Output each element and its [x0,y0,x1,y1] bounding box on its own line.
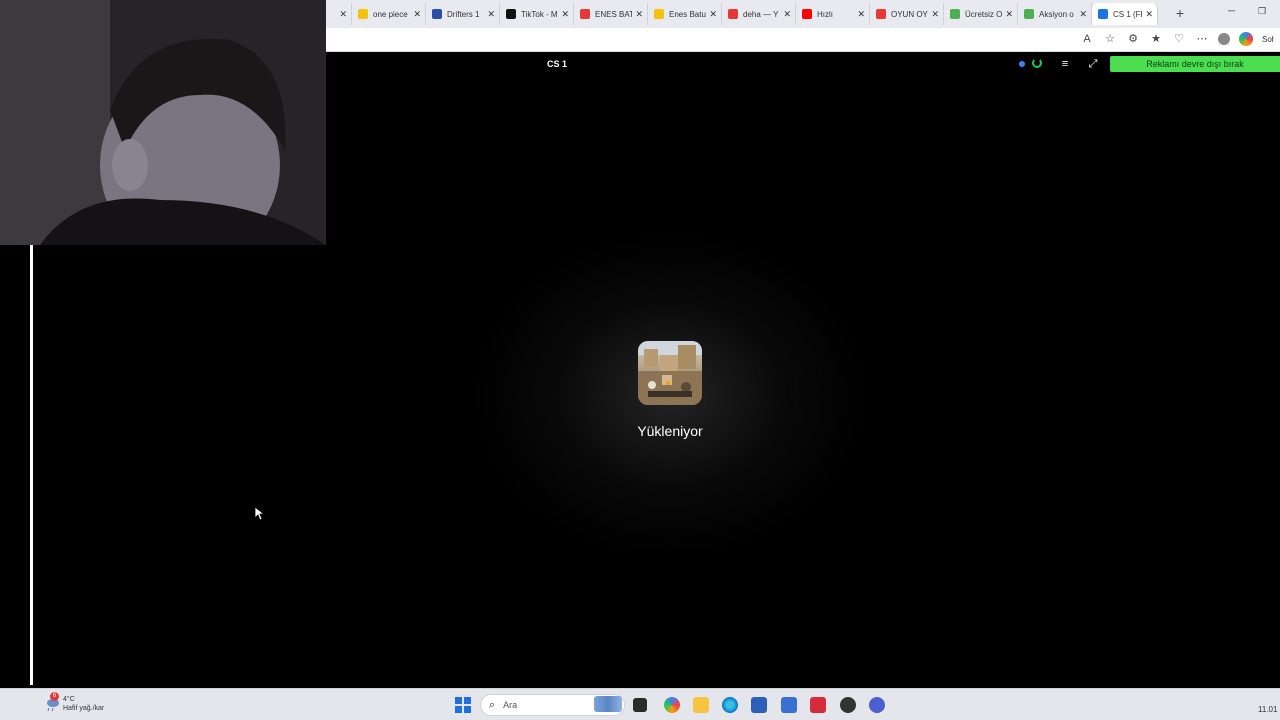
new-tab-button[interactable]: + [1172,5,1188,21]
tab-close-icon[interactable]: ✕ [1005,9,1013,20]
store-icon[interactable] [751,697,767,713]
tab-close-icon[interactable]: ✕ [561,9,569,20]
profile-avatar[interactable] [1218,33,1230,45]
tab-title: TikTok - M [521,9,558,19]
tab-close-icon[interactable]: ✕ [487,9,495,20]
tab[interactable]: Enes Batu ✕ [648,3,722,25]
copilot-icon[interactable] [1239,32,1253,46]
tab[interactable]: Drifters 1 ✕ [426,3,500,25]
more-menu-icon[interactable]: ⋯ [1195,32,1209,46]
mouse-cursor-icon [254,506,266,526]
tab[interactable]: one piece ✕ [352,3,426,25]
tab-favicon-icon [506,9,516,19]
tab[interactable]: ENES BAT ✕ [574,3,648,25]
tab[interactable]: Ücretsiz O ✕ [944,3,1018,25]
tab[interactable]: deha — Y ✕ [722,3,796,25]
search-placeholder: Ara [503,700,518,710]
tab-title: Drifters 1 [447,9,480,19]
tab-favicon-icon [358,9,368,19]
tab[interactable]: ✕ [322,3,352,25]
tab-favicon-icon [1098,9,1108,19]
disable-ads-button[interactable]: Reklamı devre dışı bırak [1110,56,1280,72]
tab-close-icon[interactable]: ✕ [783,9,791,20]
game-thumbnail [638,341,702,405]
tab-close-icon[interactable]: ✕ [709,9,717,20]
tab-close-icon[interactable]: ✕ [339,9,347,20]
status-dot-icon [1019,61,1025,67]
favorite-star-icon[interactable]: ☆ [1103,32,1117,46]
tab-close-icon[interactable]: ✕ [1079,9,1087,20]
taskbar: 4°C Hafif yağ./kar ⌕ Ara 11.01 [0,688,1280,720]
copilot-label[interactable]: Soh [1262,35,1274,44]
tab-favicon-icon [876,9,886,19]
tab-close-icon[interactable]: ✕ [857,9,865,20]
left-border-line [30,245,33,685]
copilot-taskbar-icon[interactable] [664,697,680,713]
loading-text: Yükleniyor [637,423,703,439]
temperature-label: 4°C [63,696,75,703]
fullscreen-icon[interactable]: ⤢ [1087,58,1099,70]
tab-title: ENES BAT [595,9,633,19]
search-highlight-image[interactable] [594,696,622,712]
screen: ✕ one piece ✕ Drifters 1 ✕ TikTok - M ✕ ENES BA… [0,0,1280,720]
weather-description: Hafif yağ./kar [63,705,105,712]
tab-list: ✕ one piece ✕ Drifters 1 ✕ TikTok - M ✕ ENES BA… [322,3,1158,25]
extensions-icon[interactable]: ⚙ [1126,32,1140,46]
mail-icon[interactable] [781,697,797,713]
tab-close-icon[interactable]: ✕ [1145,9,1153,20]
tab-favicon-icon [950,9,960,19]
app-icon[interactable] [840,697,856,713]
tab-favicon-icon [802,9,812,19]
file-explorer-icon[interactable] [693,697,709,713]
favorites-icon[interactable]: ★ [1149,32,1163,46]
read-aloud-icon[interactable]: A [1080,32,1094,46]
tab-favicon-icon [1024,9,1034,19]
restore-button[interactable]: ❐ [1258,6,1266,17]
tab-title: one piece [373,9,408,19]
tab-favicon-icon [654,9,664,19]
adobe-icon[interactable] [810,697,826,713]
tab-close-icon[interactable]: ✕ [635,9,643,20]
refresh-spinner-icon [1032,58,1042,68]
tab-favicon-icon [728,9,738,19]
tab-title: deha — Y [743,9,779,19]
minimize-button[interactable]: ─ [1228,6,1235,17]
tab-title: Hızlı [817,9,833,19]
browser-essentials-icon[interactable]: ♡ [1172,32,1186,46]
tab-favicon-icon [580,9,590,19]
tab[interactable]: Hızlı ✕ [796,3,870,25]
page-title: CS 1 [546,59,567,69]
tab-favicon-icon [432,9,442,19]
tab-close-icon[interactable]: ✕ [413,9,421,20]
search-icon: ⌕ [489,698,496,711]
tab-active[interactable]: CS 1 (FPS✕ [1092,3,1158,25]
tab[interactable]: Aksiyon o ✕ [1018,3,1092,25]
webcam-overlay [0,0,326,245]
start-button[interactable] [455,697,471,713]
edge-browser-icon[interactable] [722,697,738,713]
weather-badge: 6 [50,692,59,701]
tab-title: Ücretsiz O [965,9,1003,19]
tab[interactable]: TikTok - M ✕ [500,3,574,25]
tab-title: Enes Batu [669,9,706,19]
tab-title: OYUN OY [891,9,928,19]
task-view-icon[interactable] [633,698,647,712]
tab-close-icon[interactable]: ✕ [931,9,939,20]
clock: 11.01 [1258,705,1278,714]
settings-icon[interactable] [869,697,885,713]
tab[interactable]: OYUN OY ✕ [870,3,944,25]
toolbar-icons: A ☆ ⚙ ★ ♡ ⋯ Soh [1080,32,1280,46]
tab-title: Aksiyon o [1039,9,1074,19]
menu-icon[interactable]: ≡ [1059,58,1071,70]
tab-title: CS 1 (FPS [1113,9,1142,19]
